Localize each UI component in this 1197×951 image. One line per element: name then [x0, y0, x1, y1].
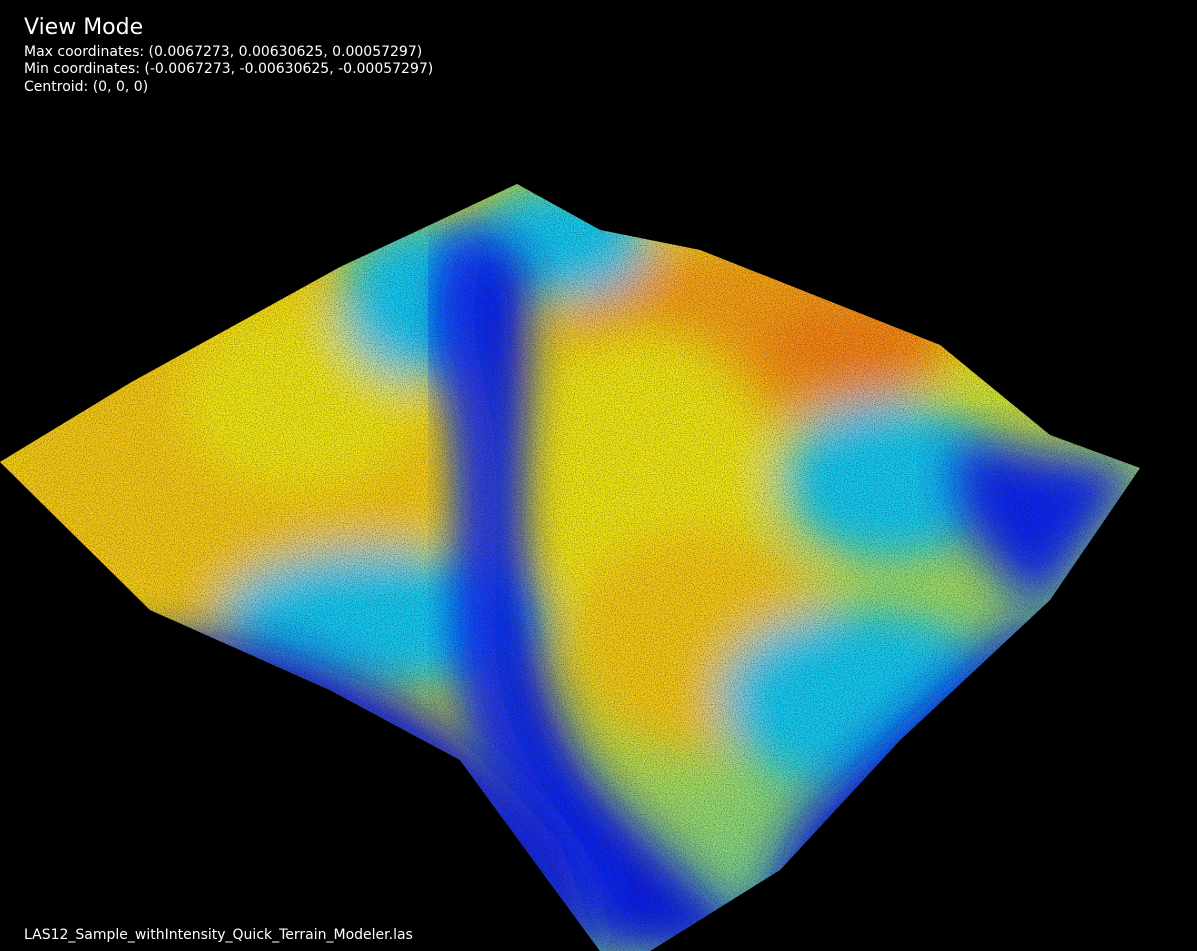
hud-overlay: View Mode Max coordinates: (0.0067273, 0… — [24, 14, 433, 96]
max-coordinates-readout: Max coordinates: (0.0067273, 0.00630625,… — [24, 43, 423, 60]
point-cloud-viewport[interactable] — [0, 0, 1197, 951]
file-name-label: LAS12_Sample_withIntensity_Quick_Terrain… — [24, 927, 413, 943]
terrain-point-cloud[interactable] — [0, 0, 1197, 951]
terrain-surface — [0, 184, 1140, 951]
mode-label: View Mode — [24, 15, 144, 40]
min-coordinates-readout: Min coordinates: (-0.0067273, -0.0063062… — [24, 61, 434, 77]
centroid-readout: Centroid: (0, 0, 0) — [24, 78, 149, 95]
